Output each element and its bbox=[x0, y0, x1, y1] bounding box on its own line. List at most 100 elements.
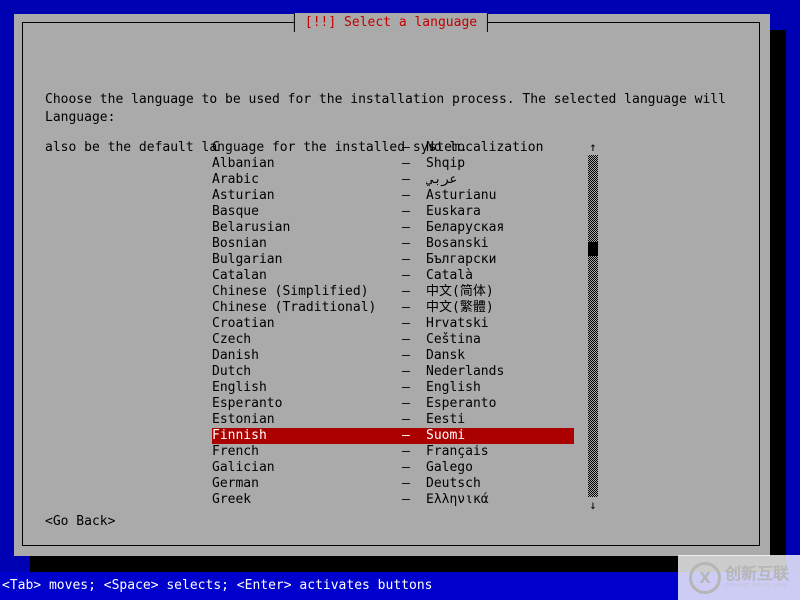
language-list-item[interactable]: Albanian – Shqip bbox=[212, 156, 574, 172]
language-separator-dash: – bbox=[402, 460, 410, 475]
language-list-item[interactable]: Czech – Čeština bbox=[212, 332, 574, 348]
language-name: Dutch bbox=[212, 364, 252, 379]
language-native-name: Nederlands bbox=[426, 364, 505, 379]
language-name: English bbox=[212, 380, 267, 395]
language-list-item[interactable]: French – Français bbox=[212, 444, 574, 460]
language-name: Esperanto bbox=[212, 396, 283, 411]
language-native-name: 中文(简体) bbox=[426, 284, 494, 299]
language-native-name: Eesti bbox=[426, 412, 466, 427]
language-name: Danish bbox=[212, 348, 259, 363]
language-native-name: Français bbox=[426, 444, 489, 459]
language-list-item[interactable]: Bosnian – Bosanski bbox=[212, 236, 574, 252]
language-separator-dash: – bbox=[402, 428, 410, 443]
language-list-item[interactable]: Greek – Ελληνικά bbox=[212, 492, 574, 508]
language-name: Catalan bbox=[212, 268, 267, 283]
language-list-item[interactable]: Catalan – Català bbox=[212, 268, 574, 284]
language-native-name: Bosanski bbox=[426, 236, 489, 251]
go-back-button[interactable]: <Go Back> bbox=[45, 514, 115, 530]
language-native-name: Galego bbox=[426, 460, 473, 475]
language-name: Galician bbox=[212, 460, 275, 475]
language-native-name: Esperanto bbox=[426, 396, 497, 411]
language-separator-dash: – bbox=[402, 236, 410, 251]
language-separator-dash: – bbox=[402, 444, 410, 459]
language-native-name: Čeština bbox=[426, 332, 481, 347]
language-list[interactable]: C – No localization Albanian – Shqip Arabic – عر… bbox=[212, 140, 574, 508]
language-list-item[interactable]: Danish – Dansk bbox=[212, 348, 574, 364]
language-separator-dash: – bbox=[402, 156, 410, 171]
title-separator-right bbox=[487, 13, 489, 32]
language-native-name: Hrvatski bbox=[426, 316, 489, 331]
language-list-item[interactable]: Basque – Euskara bbox=[212, 204, 574, 220]
language-native-name: English bbox=[426, 380, 481, 395]
language-native-name: Suomi bbox=[426, 428, 466, 443]
language-list-item[interactable]: German – Deutsch bbox=[212, 476, 574, 492]
language-separator-dash: – bbox=[402, 364, 410, 379]
language-list-item[interactable]: Dutch – Nederlands bbox=[212, 364, 574, 380]
language-name: French bbox=[212, 444, 259, 459]
language-name: Estonian bbox=[212, 412, 275, 427]
language-separator-dash: – bbox=[402, 380, 410, 395]
language-list-item[interactable]: Galician – Galego bbox=[212, 460, 574, 476]
language-native-name: Български bbox=[426, 252, 497, 267]
language-native-name: Беларуская bbox=[426, 220, 505, 235]
language-list-item[interactable]: Esperanto – Esperanto bbox=[212, 396, 574, 412]
language-name: Bulgarian bbox=[212, 252, 283, 267]
status-bar: <Tab> moves; <Space> selects; <Enter> ac… bbox=[0, 572, 800, 600]
language-list-item[interactable]: English – English bbox=[212, 380, 574, 396]
installer-dialog: [!!] Select a language Choose the langua… bbox=[14, 13, 770, 556]
language-list-item[interactable]: Croatian – Hrvatski bbox=[212, 316, 574, 332]
dialog-titlebar: [!!] Select a language bbox=[22, 13, 760, 32]
language-separator-dash: – bbox=[402, 140, 410, 155]
language-list-item[interactable]: Belarusian – Беларуская bbox=[212, 220, 574, 236]
language-name: Greek bbox=[212, 492, 252, 507]
language-list-item[interactable]: C – No localization bbox=[212, 140, 574, 156]
scrollbar-track[interactable] bbox=[588, 155, 598, 497]
language-name: Croatian bbox=[212, 316, 275, 331]
language-native-name: Català bbox=[426, 268, 473, 283]
language-list-item[interactable]: Bulgarian – Български bbox=[212, 252, 574, 268]
language-native-name: Euskara bbox=[426, 204, 481, 219]
language-name: Belarusian bbox=[212, 220, 291, 235]
language-native-name: 中文(繁體) bbox=[426, 300, 494, 315]
language-list-item[interactable]: Arabic – عربي bbox=[212, 172, 574, 188]
language-name: Czech bbox=[212, 332, 252, 347]
language-separator-dash: – bbox=[402, 188, 410, 203]
language-list-item[interactable]: Chinese (Simplified) – 中文(简体) bbox=[212, 284, 574, 300]
language-list-item[interactable]: Chinese (Traditional) – 中文(繁體) bbox=[212, 300, 574, 316]
language-name: Albanian bbox=[212, 156, 275, 171]
language-separator-dash: – bbox=[402, 268, 410, 283]
language-name: German bbox=[212, 476, 259, 491]
language-native-name: Shqip bbox=[426, 156, 466, 171]
scrollbar-thumb[interactable] bbox=[588, 242, 598, 256]
language-separator-dash: – bbox=[402, 300, 410, 315]
dialog-title-wrap: [!!] Select a language bbox=[293, 13, 489, 32]
scroll-down-arrow-icon[interactable]: ↓ bbox=[586, 498, 600, 512]
language-separator-dash: – bbox=[402, 396, 410, 411]
language-native-name: عربي bbox=[426, 172, 458, 187]
language-list-item[interactable]: Asturian – Asturianu bbox=[212, 188, 574, 204]
language-name: Finnish bbox=[212, 428, 267, 443]
language-name: Asturian bbox=[212, 188, 275, 203]
language-separator-dash: – bbox=[402, 172, 410, 187]
language-native-name: Asturianu bbox=[426, 188, 497, 203]
language-separator-dash: – bbox=[402, 332, 410, 347]
language-list-item[interactable]: Finnish – Suomi bbox=[212, 428, 574, 444]
language-native-name: No localization bbox=[426, 140, 544, 155]
language-separator-dash: – bbox=[402, 476, 410, 491]
language-list-item[interactable]: Estonian – Eesti bbox=[212, 412, 574, 428]
language-separator-dash: – bbox=[402, 204, 410, 219]
intro-text-line-1: Choose the language to be used for the i… bbox=[45, 92, 726, 107]
language-name: Arabic bbox=[212, 172, 259, 187]
language-native-name: Dansk bbox=[426, 348, 466, 363]
language-separator-dash: – bbox=[402, 412, 410, 427]
language-field-label: Language: bbox=[45, 110, 116, 125]
language-list-scrollbar[interactable]: ↑ ↓ bbox=[586, 140, 600, 512]
language-separator-dash: – bbox=[402, 284, 410, 299]
language-name: Basque bbox=[212, 204, 259, 219]
language-separator-dash: – bbox=[402, 252, 410, 267]
language-name: C bbox=[212, 140, 220, 155]
scroll-up-arrow-icon[interactable]: ↑ bbox=[586, 140, 600, 154]
language-native-name: Ελληνικά bbox=[426, 492, 489, 507]
language-separator-dash: – bbox=[402, 316, 410, 331]
language-native-name: Deutsch bbox=[426, 476, 481, 491]
